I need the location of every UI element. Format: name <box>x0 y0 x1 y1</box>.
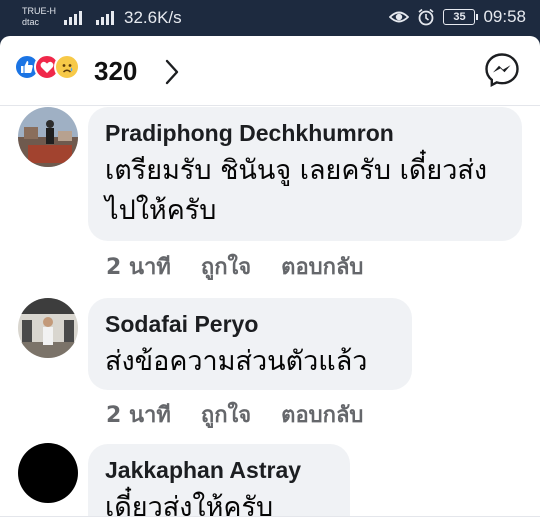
comment-list: Pradiphong Dechkhumron เตรียมรับ ชินันจู… <box>0 107 540 522</box>
alarm-icon <box>418 8 434 26</box>
avatar[interactable] <box>18 443 78 503</box>
reply-button[interactable]: ตอบกลับ <box>281 397 363 432</box>
comment-time: 2 นาที <box>106 403 171 428</box>
reaction-count[interactable]: 320 <box>94 56 137 87</box>
carrier-line1: TRUE-H <box>22 6 56 16</box>
comment-author[interactable]: Pradiphong Dechkhumron <box>105 119 504 147</box>
status-icons: 35 09:58 <box>389 7 526 27</box>
comment-actions: 2 นาที ถูกใจ ตอบกลับ <box>106 249 363 284</box>
network-speed: 32.6K/s <box>124 8 182 27</box>
avatar[interactable] <box>18 107 78 167</box>
signal-strength-icon <box>64 9 82 25</box>
comment-bubble: Pradiphong Dechkhumron เตรียมรับ ชินันจู… <box>88 107 522 241</box>
comment-actions: 2 นาที ถูกใจ ตอบกลับ <box>106 397 363 432</box>
comment-bubble: Jakkaphan Astray เดี๋ยวส่งให้ครับ <box>88 444 350 522</box>
comment-author[interactable]: Sodafai Peryo <box>105 310 394 338</box>
carrier-line2: dtac <box>22 17 40 27</box>
eye-icon <box>389 11 410 23</box>
comment-bubble: Sodafai Peryo ส่งข้อความส่วนตัวแล้ว <box>88 298 412 390</box>
reply-button[interactable]: ตอบกลับ <box>281 249 363 284</box>
carrier-label: TRUE-H dtac <box>22 6 56 28</box>
avatar[interactable] <box>18 298 78 358</box>
reaction-summary[interactable] <box>14 54 80 80</box>
chevron-right-icon[interactable] <box>164 59 180 85</box>
battery-level: 35 <box>453 11 466 23</box>
comment-author[interactable]: Jakkaphan Astray <box>105 456 332 484</box>
reactions-header: 320 <box>0 36 540 106</box>
battery-icon: 35 <box>443 9 479 25</box>
clock: 09:58 <box>483 7 526 26</box>
like-button[interactable]: ถูกใจ <box>201 249 251 284</box>
comment-time: 2 นาที <box>106 255 171 280</box>
messenger-icon[interactable] <box>484 52 520 88</box>
like-button[interactable]: ถูกใจ <box>201 397 251 432</box>
status-bar: TRUE-H dtac 32.6K/s 35 09:58 <box>0 0 540 36</box>
bottom-divider <box>0 516 540 522</box>
comment-text: เตรียมรับ ชินันจู เลยครับ เดี๋ยวส่งไปให้… <box>105 155 488 226</box>
signal-strength-icon-2 <box>96 9 114 25</box>
comments-sheet: 320 Pradiphong Dechkhumron เตรียมรับ ชิน… <box>0 36 540 522</box>
comment-text: ส่งข้อความส่วนตัวแล้ว <box>105 346 368 377</box>
sad-icon <box>54 54 80 80</box>
